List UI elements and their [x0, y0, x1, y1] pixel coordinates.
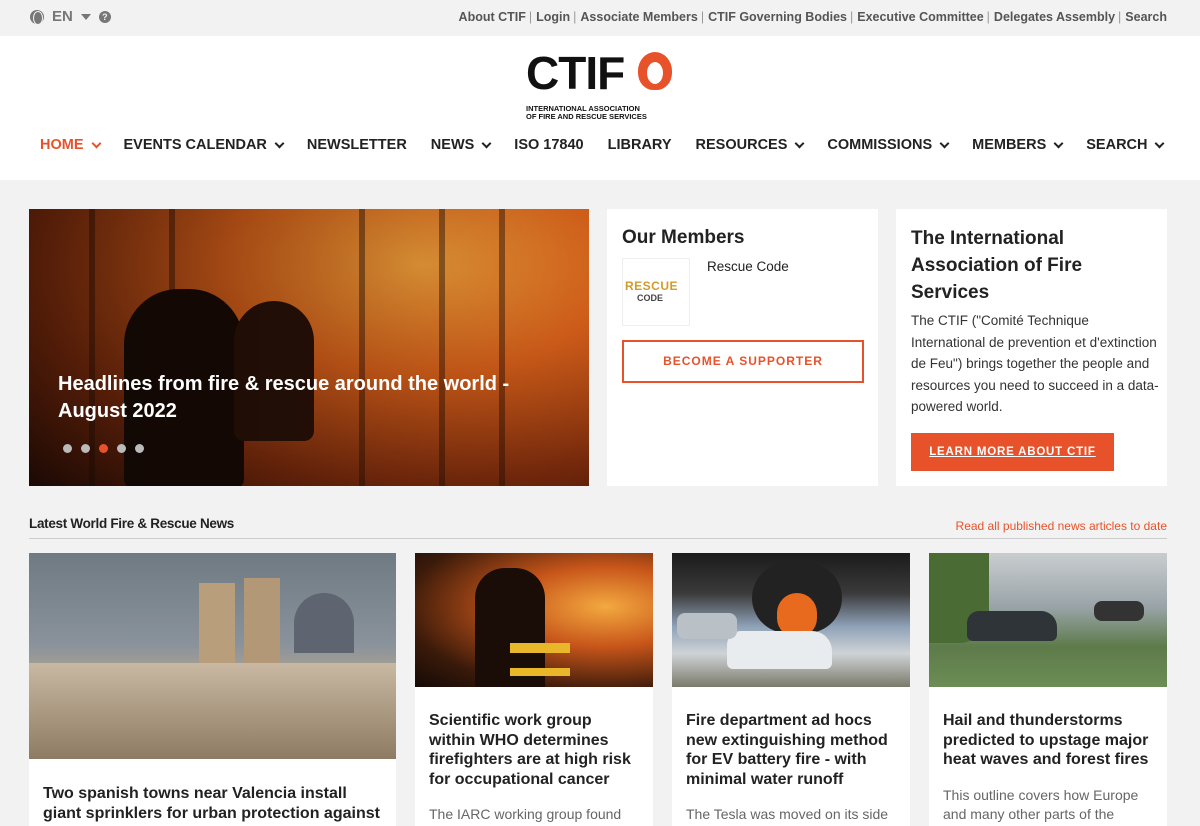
- members-card: Our Members RESCUE CODE Rescue Code BECO…: [607, 209, 878, 486]
- news-image[interactable]: [415, 553, 653, 687]
- news-excerpt: This outline covers how Europe and many …: [943, 787, 1139, 822]
- chevron-down-icon: [91, 138, 101, 148]
- slider-dot-active[interactable]: [99, 444, 108, 453]
- slider-dot[interactable]: [135, 444, 144, 453]
- chevron-down-icon: [481, 138, 492, 148]
- nav-newsletter[interactable]: NEWSLETTER: [307, 137, 407, 153]
- news-card[interactable]: Fire department ad hocs new extinguishin…: [672, 553, 910, 826]
- nav-search[interactable]: SEARCH: [1086, 137, 1165, 153]
- nav-home[interactable]: HOME: [40, 137, 101, 153]
- link-governing-bodies[interactable]: CTIF Governing Bodies: [708, 10, 847, 24]
- about-body: The CTIF ("Comité Technique Internationa…: [911, 313, 1159, 414]
- news-card[interactable]: Two spanish towns near Valencia install …: [29, 553, 396, 826]
- main-nav: HOME EVENTS CALENDAR NEWSLETTER NEWS ISO…: [40, 137, 1187, 153]
- nav-news[interactable]: NEWS: [431, 137, 492, 153]
- news-excerpt: The IARC working group found: [429, 806, 622, 822]
- chevron-down-icon: [1155, 138, 1165, 148]
- hero-slider[interactable]: Headlines from fire & rescue around the …: [29, 209, 589, 486]
- slider-dots: [63, 444, 144, 453]
- chevron-down-icon: [794, 138, 805, 148]
- logo-word: CTIF: [526, 47, 625, 99]
- slider-dot[interactable]: [63, 444, 72, 453]
- news-title[interactable]: Scientific work group within WHO determi…: [429, 711, 639, 789]
- about-title: The International Association of Fire Se…: [911, 228, 1083, 303]
- become-supporter-button[interactable]: BECOME A SUPPORTER: [622, 340, 864, 383]
- nav-resources[interactable]: RESOURCES: [696, 137, 805, 153]
- link-about-ctif[interactable]: About CTIF: [459, 10, 526, 24]
- learn-more-button[interactable]: LEARN MORE ABOUT CTIF: [911, 433, 1114, 471]
- chevron-down-icon: [1053, 138, 1064, 148]
- news-section-title: Latest World Fire & Rescue News: [29, 516, 235, 531]
- news-image[interactable]: [672, 553, 910, 687]
- hero-title[interactable]: Headlines from fire & rescue around the …: [58, 371, 528, 425]
- link-executive-committee[interactable]: Executive Committee: [857, 10, 983, 24]
- flame-icon: [638, 52, 672, 90]
- link-associate-members[interactable]: Associate Members: [580, 10, 697, 24]
- caret-down-icon[interactable]: [80, 13, 91, 20]
- news-title[interactable]: Two spanish towns near Valencia install …: [43, 784, 382, 823]
- link-login[interactable]: Login: [536, 10, 570, 24]
- news-image[interactable]: [929, 553, 1167, 687]
- nav-library[interactable]: LIBRARY: [608, 137, 672, 153]
- news-title[interactable]: Fire department ad hocs new extinguishin…: [686, 711, 896, 789]
- about-card: The International Association of Fire Se…: [896, 209, 1167, 486]
- nav-events-calendar[interactable]: EVENTS CALENDAR: [124, 137, 285, 153]
- nav-members[interactable]: MEMBERS: [972, 137, 1064, 153]
- utility-bar: EN ? About CTIF | Login | Associate Member…: [0, 0, 1200, 36]
- nav-iso-17840[interactable]: ISO 17840: [514, 137, 583, 153]
- utility-links: About CTIF | Login | Associate Members | CT…: [458, 10, 1167, 24]
- news-image[interactable]: [29, 553, 396, 759]
- divider: [29, 538, 1167, 539]
- news-title[interactable]: Hail and thunderstorms predicted to upst…: [943, 711, 1153, 770]
- site-header: CTIF INTERNATIONAL ASSOCIATION OF FIRE A…: [0, 36, 1200, 180]
- chevron-down-icon: [939, 138, 950, 148]
- news-card[interactable]: Scientific work group within WHO determi…: [415, 553, 653, 826]
- language-label[interactable]: EN: [52, 8, 73, 25]
- logo-tagline: INTERNATIONAL ASSOCIATION OF FIRE AND RE…: [526, 104, 647, 121]
- help-icon[interactable]: ?: [98, 10, 111, 23]
- member-name[interactable]: Rescue Code: [707, 259, 789, 274]
- globe-icon: [30, 9, 44, 25]
- members-title: Our Members: [622, 227, 745, 248]
- link-search[interactable]: Search: [1125, 10, 1167, 24]
- link-delegates-assembly[interactable]: Delegates Assembly: [994, 10, 1115, 24]
- read-all-news-link[interactable]: Read all published news articles to date: [956, 519, 1167, 533]
- rescue-code-logo[interactable]: RESCUE CODE: [622, 258, 690, 326]
- nav-commissions[interactable]: COMMISSIONS: [827, 137, 950, 153]
- ctif-logo[interactable]: CTIF INTERNATIONAL ASSOCIATION OF FIRE A…: [526, 47, 676, 121]
- news-card[interactable]: Hail and thunderstorms predicted to upst…: [929, 553, 1167, 826]
- slider-dot[interactable]: [117, 444, 126, 453]
- news-excerpt: The Tesla was moved on its side: [686, 806, 889, 822]
- slider-dot[interactable]: [81, 444, 90, 453]
- language-selector[interactable]: EN ?: [30, 8, 111, 25]
- chevron-down-icon: [274, 138, 285, 148]
